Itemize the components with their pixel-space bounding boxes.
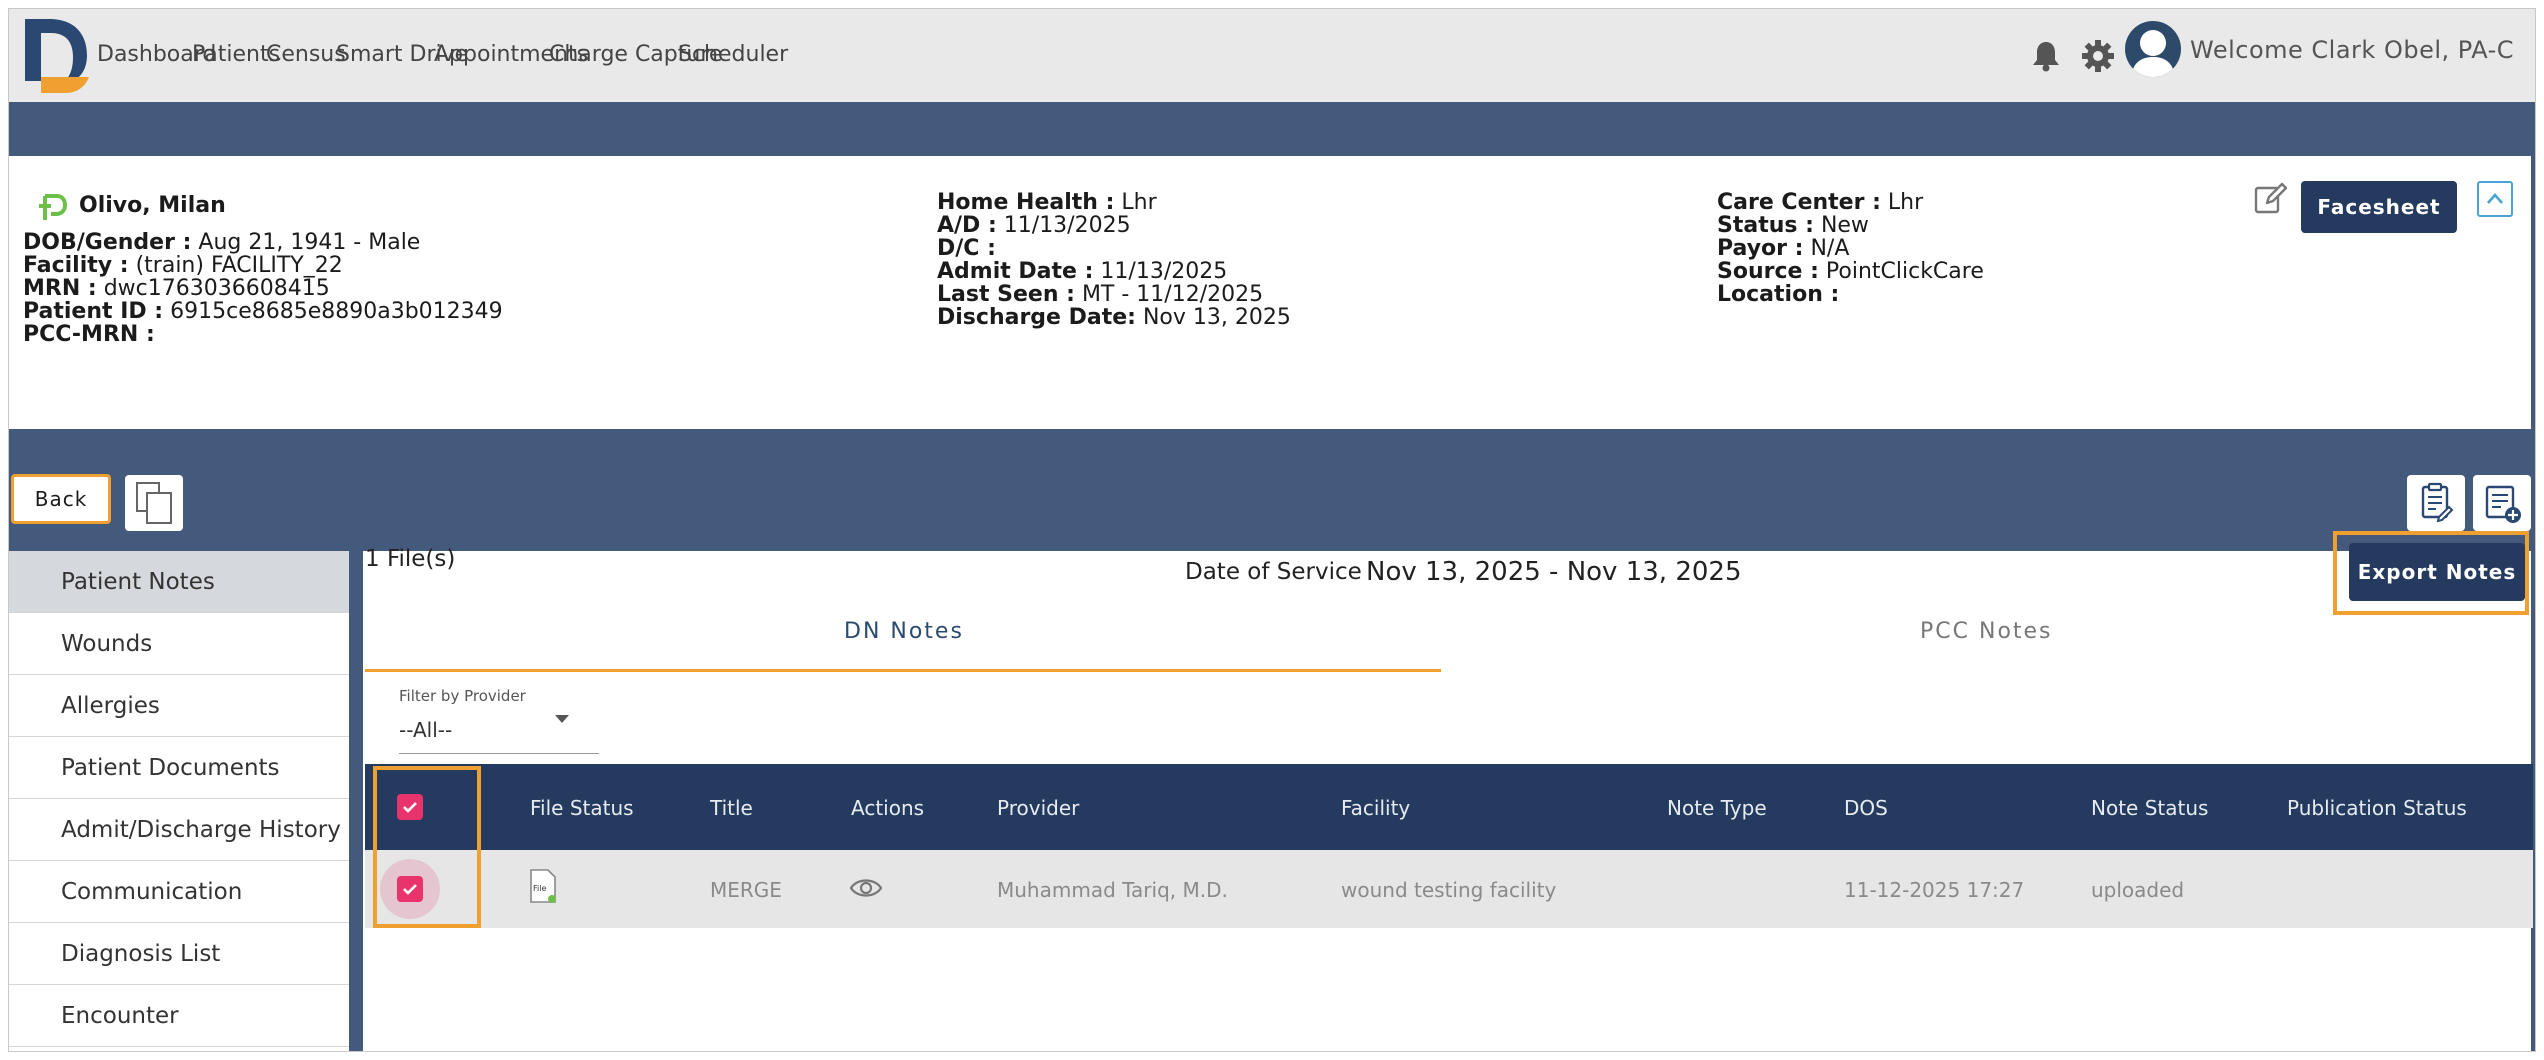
notes-clipboard-button[interactable] [2407, 475, 2465, 531]
field-discharge-date: Discharge Date: Nov 13, 2025 [937, 305, 1291, 330]
notes-table-header: File Status Title Actions Provider Facil… [365, 764, 2533, 850]
field-ad: A/D : 11/13/2025 [937, 213, 1131, 238]
app-logo[interactable] [25, 19, 101, 93]
nav-census[interactable]: Census [266, 42, 346, 67]
user-avatar[interactable] [2125, 21, 2181, 77]
filter-underline [399, 753, 599, 754]
sidebar-item-patient-notes[interactable]: Patient Notes [9, 551, 349, 613]
sidebar-item-wounds[interactable]: Wounds [9, 613, 349, 675]
sidebar-item-encounter[interactable]: Encounter [9, 985, 349, 1047]
col-dos[interactable]: DOS [1844, 796, 1888, 820]
sidebar-item-allergies[interactable]: Allergies [9, 675, 349, 737]
pcc-logo-icon [39, 194, 68, 220]
tab-pcc-notes[interactable]: PCC Notes [1920, 619, 2053, 644]
header-band [9, 102, 2535, 156]
sidebar-item-admit-discharge-history[interactable]: Admit/Discharge History [9, 799, 349, 861]
back-button[interactable]: Back [11, 474, 111, 524]
field-facility: Facility : (train) FACILITY_22 [23, 253, 343, 278]
field-mrn: MRN : dwc1763036608415 [23, 276, 330, 301]
files-count: 1 File(s) [365, 546, 456, 572]
col-facility[interactable]: Facility [1341, 796, 1410, 820]
field-admit-date: Admit Date : 11/13/2025 [937, 259, 1228, 284]
file-status-icon[interactable]: File [528, 869, 558, 905]
field-home-health: Home Health : Lhr [937, 190, 1157, 215]
sidebar-item-communication[interactable]: Communication [9, 861, 349, 923]
collapse-button[interactable] [2477, 181, 2513, 217]
field-patient-id: Patient ID : 6915ce8685e8890a3b012349 [23, 299, 503, 324]
clipboard-edit-icon [2421, 482, 2454, 523]
gear-icon[interactable] [2081, 39, 2115, 73]
chevron-up-icon [2487, 193, 2503, 204]
filter-provider-select[interactable]: --All-- [399, 718, 452, 742]
dropdown-caret-icon[interactable] [555, 715, 569, 723]
export-notes-button[interactable]: Export Notes [2349, 543, 2525, 601]
cell-facility: wound testing facility [1341, 878, 1557, 902]
col-provider[interactable]: Provider [997, 796, 1079, 820]
dos-label: Date of Service [1185, 559, 1362, 585]
tab-dn-notes[interactable]: DN Notes [844, 619, 964, 644]
filter-provider-label: Filter by Provider [399, 687, 526, 705]
user-silhouette-icon [2131, 30, 2175, 77]
top-nav: Dashboard Patients Census Smart Drive Ap… [9, 9, 2535, 102]
cell-dos: 11-12-2025 17:27 [1844, 878, 2025, 902]
patient-sidebar: Patient Notes Wounds Allergies Patient D… [9, 551, 349, 1051]
sidebar-item-patient-documents[interactable]: Patient Documents [9, 737, 349, 799]
field-last-seen: Last Seen : MT - 11/12/2025 [937, 282, 1264, 307]
action-band [9, 429, 2535, 551]
patient-info-card: Olivo, Milan DOB/Gender : Aug 21, 1941 -… [9, 156, 2529, 429]
col-title[interactable]: Title [710, 796, 753, 820]
dos-range[interactable]: Nov 13, 2025 - Nov 13, 2025 [1366, 557, 1742, 587]
sidebar-scrollbar[interactable] [349, 551, 363, 1051]
bell-icon[interactable] [2031, 40, 2061, 72]
col-actions: Actions [851, 796, 925, 820]
facesheet-button[interactable]: Facesheet [2301, 181, 2457, 233]
col-file-status[interactable]: File Status [530, 796, 634, 820]
active-tab-indicator [365, 669, 1441, 672]
cell-note-status: uploaded [2091, 878, 2185, 902]
note-add-icon [2485, 485, 2521, 523]
field-care-center: Care Center : Lhr [1717, 190, 1924, 215]
edit-icon[interactable] [2253, 181, 2287, 215]
file-icon-label: File [533, 884, 546, 893]
eye-icon[interactable] [849, 875, 883, 901]
field-dc: D/C : [937, 236, 996, 261]
copy-files-icon [136, 482, 172, 524]
field-location: Location : [1717, 282, 1840, 307]
add-note-button[interactable] [2473, 475, 2531, 531]
cell-provider: Muhammad Tariq, M.D. [997, 878, 1228, 902]
cell-title: MERGE [710, 878, 782, 902]
app-frame: Dashboard Patients Census Smart Drive Ap… [8, 8, 2536, 1052]
field-pcc-mrn: PCC-MRN : [23, 322, 155, 347]
checkbox-column-highlight [373, 766, 481, 928]
patient-name: Olivo, Milan [79, 193, 226, 218]
field-dob-gender: DOB/Gender : Aug 21, 1941 - Male [23, 230, 421, 255]
table-row[interactable]: File MERGE Muhammad Tariq, M.D. wound te… [365, 850, 2533, 928]
field-payor: Payor : N/A [1717, 236, 1850, 261]
welcome-text[interactable]: Welcome Clark Obel, PA-C [2190, 36, 2514, 64]
col-note-status[interactable]: Note Status [2091, 796, 2208, 820]
copy-button[interactable] [125, 475, 183, 531]
col-publication-status[interactable]: Publication Status [2287, 796, 2467, 820]
field-status: Status : New [1717, 213, 1869, 238]
sidebar-item-diagnosis-list[interactable]: Diagnosis List [9, 923, 349, 985]
field-source: Source : PointClickCare [1717, 259, 1984, 284]
nav-scheduler[interactable]: Scheduler [678, 42, 788, 67]
col-note-type[interactable]: Note Type [1667, 796, 1767, 820]
